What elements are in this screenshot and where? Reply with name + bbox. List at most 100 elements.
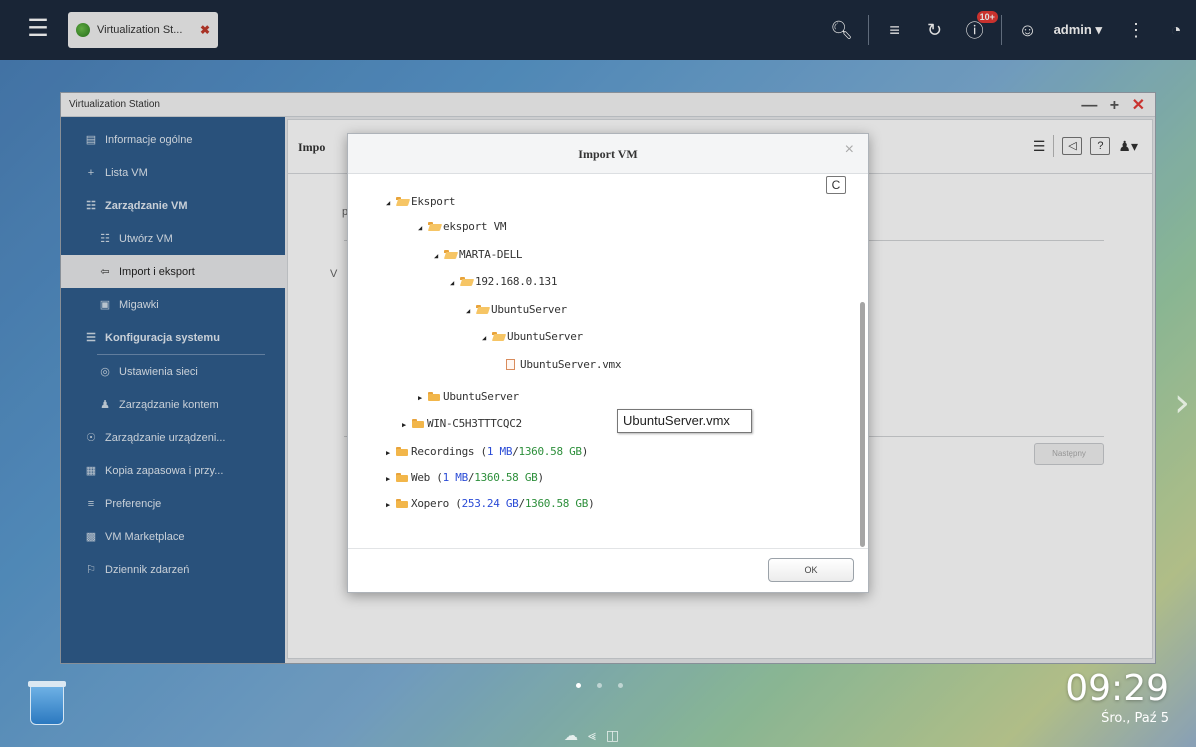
app-tab-label: Virtualization St...	[97, 24, 183, 36]
tree-node[interactable]: ▶ UbuntuServer	[418, 387, 519, 407]
user-icon[interactable]: ☺	[1008, 20, 1048, 41]
folder-icon	[396, 499, 408, 508]
notifications-icon[interactable]: ⓘ 10+	[955, 11, 998, 43]
sidebar-item-system-config[interactable]: ☰ Konfiguracja systemu	[61, 321, 285, 354]
file-tooltip: UbuntuServer.vmx	[617, 409, 752, 433]
folder-icon	[396, 473, 408, 482]
account-icon: ♟	[100, 399, 110, 411]
maximize-button[interactable]: +	[1110, 97, 1119, 114]
window-titlebar[interactable]: Virtualization Station — + ✕	[61, 93, 1155, 117]
dock-icons: ☁⪡◫	[564, 727, 629, 744]
expand-arrow-icon[interactable]: ▶	[386, 469, 396, 489]
dashboard-icon[interactable]: ◔	[1156, 20, 1196, 41]
refresh-button[interactable]: C	[826, 176, 846, 194]
minimize-button[interactable]: —	[1081, 97, 1097, 114]
dialog-header: Import VM ×	[348, 134, 868, 174]
tree-node[interactable]: ◢ UbuntuServer	[466, 300, 567, 320]
folder-open-icon	[396, 197, 408, 206]
sidebar-item-preferences[interactable]: ≡ Preferencje	[61, 487, 285, 520]
panel-icon[interactable]: ◫	[606, 727, 629, 743]
sidebar-item-create-vm[interactable]: ☷ Utwórz VM	[61, 222, 285, 255]
folder-icon	[428, 392, 440, 401]
more-options-icon[interactable]: ⋮	[1116, 20, 1156, 41]
folder-open-icon	[476, 305, 488, 314]
expand-arrow-icon[interactable]: ▶	[418, 388, 428, 408]
app-tab-close-button[interactable]: ✖	[200, 23, 210, 37]
network-icon: ◎	[100, 366, 110, 378]
taskbar: ☰ Virtualization St... ✖ 🔍︎ ≡ ↻ ⓘ 10+ ☺ a…	[0, 0, 1196, 60]
notification-badge: 10+	[976, 11, 998, 23]
tree-node[interactable]: ▶ WIN-C5H3TTTCQC2	[402, 414, 522, 434]
tree-file-node[interactable]: UbuntuServer.vmx	[506, 355, 621, 375]
sidebar-item-network-settings[interactable]: ◎ Ustawienia sieci	[61, 355, 285, 388]
sidebar: ▤ Informacje ogólne + Lista VM ☷ Zarządzani…	[61, 117, 285, 663]
config-icon: ☰	[86, 332, 96, 344]
expand-arrow-icon[interactable]: ▶	[386, 495, 396, 515]
collapse-arrow-icon[interactable]: ◢	[418, 218, 428, 238]
collapse-arrow-icon[interactable]: ◢	[466, 301, 476, 321]
tree-node[interactable]: ◢ 192.168.0.131	[450, 272, 558, 293]
tree-share-node[interactable]: ▶ Recordings (1 MB/1360.58 GB)	[386, 442, 588, 462]
list-view-icon[interactable]: ☰	[1033, 138, 1046, 155]
desktop-page-dot[interactable]	[618, 683, 623, 688]
tree-node[interactable]: ◢ MARTA-DELL	[434, 245, 523, 266]
sidebar-item-overview[interactable]: ▤ Informacje ogólne	[61, 123, 285, 156]
main-menu-button[interactable]: ☰	[20, 12, 56, 48]
expand-arrow-icon[interactable]: ▶	[386, 443, 396, 463]
tree-node[interactable]: ◢ eksport VM	[418, 217, 507, 238]
expand-arrow-icon[interactable]: ▶	[402, 415, 412, 435]
sidebar-item-account-management[interactable]: ♟ Zarządzanie kontem	[61, 388, 285, 421]
tree-node[interactable]: ◢ Eksport	[386, 196, 456, 213]
sidebar-item-vm-management[interactable]: ☷ Zarządzanie VM	[61, 189, 285, 222]
folder-open-icon	[428, 222, 440, 231]
taskbar-separator	[867, 15, 869, 45]
dialog-close-button[interactable]: ×	[845, 141, 854, 159]
desktop-date: Śro., Paź 5	[1101, 711, 1169, 726]
sidebar-item-snapshots[interactable]: ▣ Migawki	[61, 288, 285, 321]
sidebar-item-event-log[interactable]: ⚐ Dziennik zdarzeń	[61, 553, 285, 586]
ok-button[interactable]: OK	[768, 558, 854, 582]
cloud-icon[interactable]: ☁	[564, 727, 588, 743]
collapse-arrow-icon[interactable]: ◢	[450, 273, 460, 293]
sidebar-item-import-export[interactable]: ⇦ Import i eksport	[61, 255, 285, 288]
tree-share-node[interactable]: ▶ Web (1 MB/1360.58 GB)	[386, 468, 544, 488]
header-separator	[1053, 135, 1055, 157]
desktop-pager	[576, 683, 623, 688]
desktop-page-dot[interactable]	[597, 683, 602, 688]
recycle-bin-icon[interactable]	[28, 681, 66, 725]
tree-scrollbar[interactable]	[860, 302, 865, 547]
snapshot-icon: ▣	[99, 299, 111, 311]
marketplace-icon: ▩	[85, 531, 97, 543]
user-options-icon[interactable]: ♟▾	[1118, 138, 1138, 155]
sync-icon[interactable]: ↻	[915, 20, 955, 41]
page-title: Impo	[298, 140, 326, 154]
help-icon[interactable]: ?	[1090, 137, 1111, 155]
tree-node[interactable]: ◢ UbuntuServer	[482, 327, 583, 347]
dialog-footer-divider	[348, 548, 868, 549]
virtualization-app-icon	[76, 23, 90, 37]
tasks-icon[interactable]: ≡	[875, 20, 915, 41]
app-tab[interactable]: Virtualization St... ✖	[68, 12, 218, 48]
file-icon	[506, 359, 515, 370]
share-icon[interactable]: ⪡	[588, 727, 606, 743]
sidebar-item-backup[interactable]: ▦ Kopia zapasowa i przy...	[61, 454, 285, 487]
window-close-button[interactable]: ✕	[1132, 97, 1145, 114]
next-button[interactable]: Następny	[1034, 443, 1104, 465]
speaker-icon[interactable]: ◁	[1062, 137, 1083, 155]
sidebar-item-device-management[interactable]: ☉ Zarządzanie urządzeni...	[61, 421, 285, 454]
tree-share-node[interactable]: ▶ Xopero (253.24 GB/1360.58 GB)	[386, 494, 595, 515]
desktop-clock: 09:29	[1065, 668, 1169, 709]
sidebar-item-vm-list[interactable]: + Lista VM	[61, 156, 285, 189]
device-icon: ☉	[86, 432, 96, 444]
desktop-page-dot[interactable]	[576, 683, 581, 688]
collapse-arrow-icon[interactable]: ◢	[386, 196, 396, 213]
search-icon[interactable]: 🔍︎	[822, 20, 862, 41]
import-vm-dialog: Import VM × C ◢ Eksport ◢ eksport VM ◢ MART…	[347, 133, 869, 593]
background-text: V	[330, 268, 338, 280]
sidebar-item-vm-marketplace[interactable]: ▩ VM Marketplace	[61, 520, 285, 553]
user-menu[interactable]: admin ▾	[1054, 22, 1102, 38]
folder-icon	[396, 447, 408, 456]
collapse-arrow-icon[interactable]: ◢	[434, 246, 444, 266]
next-desktop-arrow-icon[interactable]: ›	[1174, 380, 1190, 426]
collapse-arrow-icon[interactable]: ◢	[482, 328, 492, 348]
